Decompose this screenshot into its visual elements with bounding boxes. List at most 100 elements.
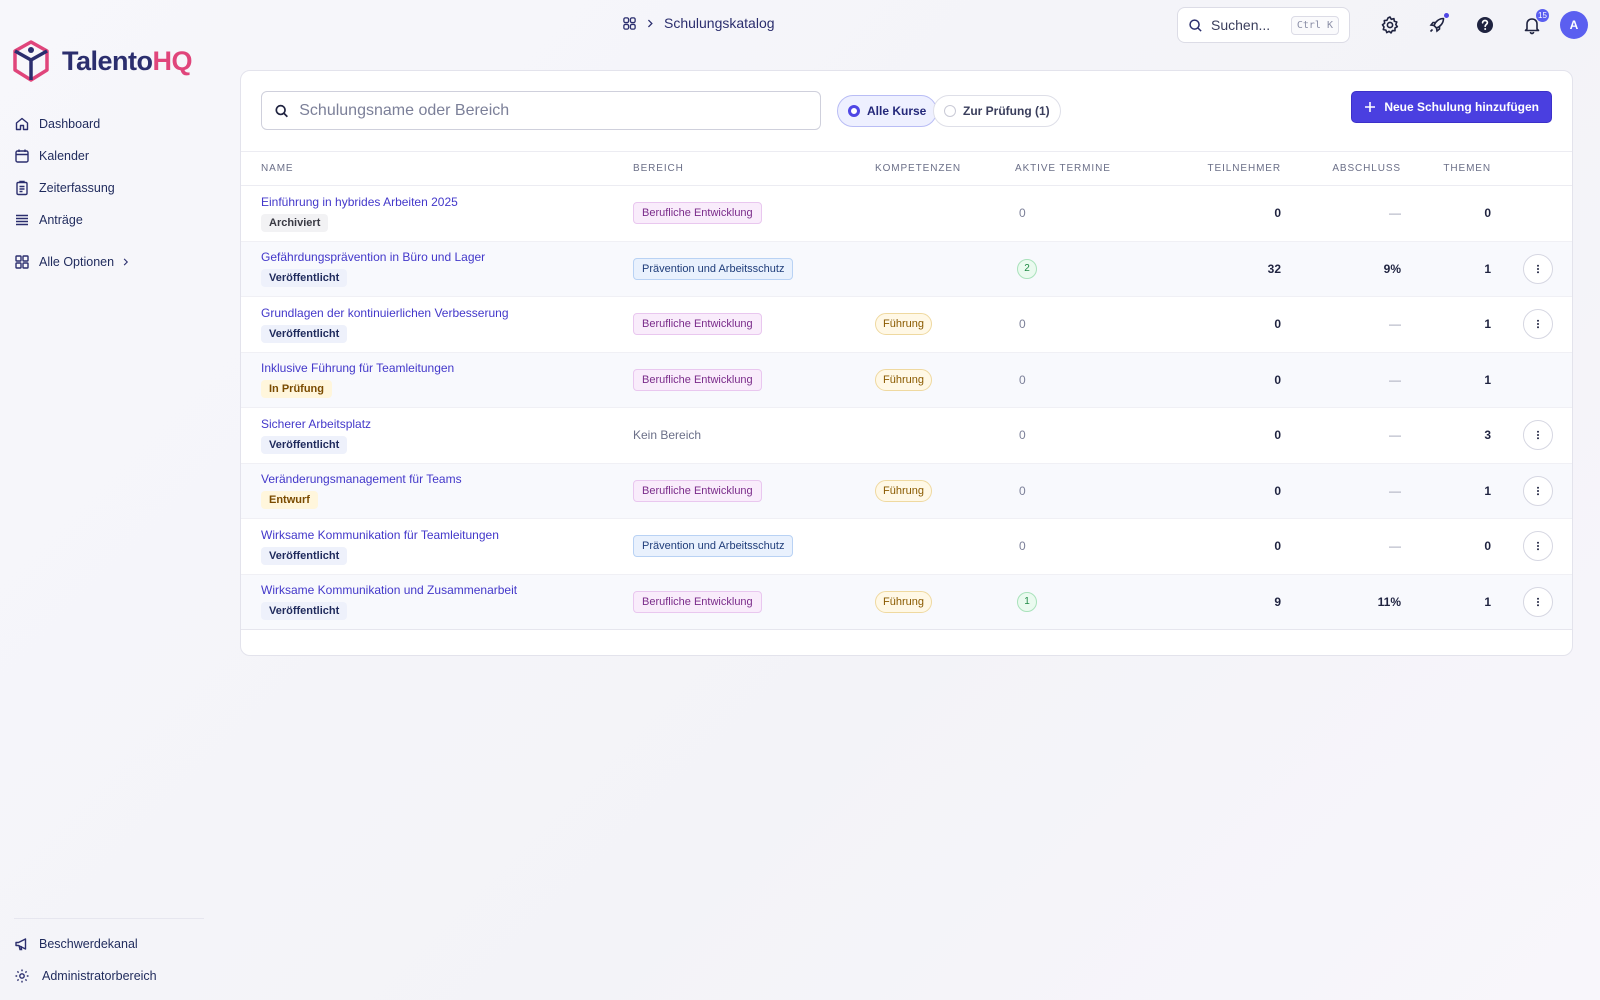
course-name-link[interactable]: Veränderungsmanagement für Teams [261, 472, 633, 486]
cell-area: Berufliche Entwicklung [633, 297, 875, 353]
table-row[interactable]: Wirksame Kommunikation für Teamleitungen… [241, 519, 1572, 575]
help-button[interactable] [1472, 12, 1498, 38]
cell-completion: — [1289, 408, 1409, 464]
competence-chip[interactable]: Führung [875, 368, 932, 391]
area-chip[interactable]: Prävention und Arbeitsschutz [633, 257, 794, 280]
participants-value: 0 [1274, 317, 1281, 332]
cell-area: Prävention und Arbeitsschutz [633, 241, 875, 297]
apps-icon[interactable] [622, 16, 637, 31]
column-header-topics[interactable]: THEMEN [1409, 151, 1499, 186]
course-name-link[interactable]: Gefährdungsprävention in Büro und Lager [261, 250, 633, 264]
sidebar-item-zeiterfassung[interactable]: Zeiterfassung [14, 172, 204, 204]
sidebar-item-all-options[interactable]: Alle Optionen [14, 246, 204, 278]
chevron-right-icon [123, 258, 129, 266]
cell-topics: 0 [1409, 186, 1499, 242]
filter-under-review-label: Zur Prüfung (1) [963, 104, 1050, 118]
filter-all-courses[interactable]: Alle Kurse [837, 95, 938, 127]
cell-active-dates: 0 [1015, 408, 1179, 464]
row-menu-button[interactable] [1523, 420, 1553, 451]
active-dates-badge[interactable]: 1 [1017, 591, 1037, 612]
area-chip[interactable]: Berufliche Entwicklung [633, 590, 762, 613]
cell-completion: — [1289, 352, 1409, 408]
column-header-participants[interactable]: TEILNEHMER [1179, 151, 1289, 186]
course-name-link[interactable]: Sicherer Arbeitsplatz [261, 417, 633, 431]
row-menu-button[interactable] [1523, 475, 1553, 506]
table-row[interactable]: Grundlagen der kontinuierlichen Verbesse… [241, 297, 1572, 353]
app-logo[interactable]: TalentoHQ [12, 40, 192, 82]
status-badge: Veröffentlicht [261, 269, 348, 288]
plus-icon [1365, 102, 1376, 112]
area-chip[interactable]: Berufliche Entwicklung [633, 313, 762, 336]
active-dates-badge[interactable]: 2 [1017, 258, 1037, 279]
add-training-button[interactable]: Neue Schulung hinzufügen [1351, 91, 1552, 123]
rocket-icon [1429, 17, 1445, 33]
row-menu-button[interactable] [1523, 531, 1553, 562]
completion-value: — [1389, 483, 1401, 498]
competence-chip[interactable]: Führung [875, 479, 932, 502]
column-header-area[interactable]: BEREICH [633, 151, 875, 186]
table-row[interactable]: Veränderungsmanagement für Teams Entwurf… [241, 463, 1572, 519]
clipboard-icon [16, 180, 28, 196]
area-chip[interactable]: Berufliche Entwicklung [633, 202, 762, 225]
launch-button[interactable] [1424, 12, 1450, 38]
calendar-icon [15, 149, 29, 163]
area-chip[interactable]: Berufliche Entwicklung [633, 368, 762, 391]
global-search[interactable]: Suchen... Ctrl K [1177, 7, 1350, 43]
table-row[interactable]: Sicherer Arbeitsplatz Veröffentlicht Kei… [241, 408, 1572, 464]
table-row[interactable]: Inklusive Führung für Teamleitungen In P… [241, 352, 1572, 408]
competence-chip[interactable]: Führung [875, 313, 932, 336]
sidebar-item-label: Beschwerdekanal [39, 937, 138, 951]
row-menu-button[interactable] [1523, 309, 1553, 340]
filter-under-review[interactable]: Zur Prüfung (1) [933, 95, 1061, 127]
avatar[interactable]: A [1560, 11, 1588, 39]
course-name-link[interactable]: Grundlagen der kontinuierlichen Verbesse… [261, 306, 633, 320]
table-row[interactable]: Gefährdungsprävention in Büro und Lager … [241, 241, 1572, 297]
cell-actions [1499, 241, 1572, 297]
help-icon [1477, 17, 1493, 33]
area-chip[interactable]: Prävention und Arbeitsschutz [633, 535, 794, 558]
participants-value: 0 [1274, 428, 1281, 443]
topics-value: 0 [1484, 539, 1491, 554]
cell-participants: 0 [1179, 463, 1289, 519]
sidebar-item-label: Kalender [39, 149, 90, 163]
filter-all-courses-label: Alle Kurse [867, 104, 927, 118]
status-badge: Veröffentlicht [261, 546, 348, 565]
sidebar-item-beschwerdekanal[interactable]: Beschwerdekanal [14, 928, 204, 960]
notifications-button[interactable]: 15 [1519, 9, 1549, 38]
area-chip[interactable]: Berufliche Entwicklung [633, 479, 762, 502]
more-vertical-icon [1537, 431, 1539, 440]
sidebar-item-antraege[interactable]: Anträge [14, 204, 204, 236]
sidebar-item-dashboard[interactable]: Dashboard [14, 108, 204, 140]
topics-value: 1 [1484, 261, 1491, 276]
status-badge: In Prüfung [261, 380, 332, 399]
course-name-link[interactable]: Inklusive Führung für Teamleitungen [261, 361, 633, 375]
course-name-link[interactable]: Wirksame Kommunikation und Zusammenarbei… [261, 583, 633, 597]
sidebar-divider [14, 918, 204, 919]
column-header-competencies[interactable]: KOMPETENZEN [875, 151, 1015, 186]
sidebar-item-label: Zeiterfassung [39, 181, 115, 195]
row-menu-button[interactable] [1523, 253, 1553, 284]
more-vertical-icon [1537, 264, 1539, 273]
catalog-search-input[interactable] [299, 101, 808, 120]
cell-name: Wirksame Kommunikation für Teamleitungen… [241, 519, 633, 575]
topics-value: 1 [1484, 372, 1491, 387]
sidebar-item-administratorbereich[interactable]: Administratorbereich [14, 960, 204, 992]
table-row[interactable]: Wirksame Kommunikation und Zusammenarbei… [241, 574, 1572, 630]
active-dates-count: 0 [1019, 539, 1026, 554]
column-header-name[interactable]: NAME [241, 151, 633, 186]
topics-value: 0 [1484, 206, 1491, 221]
competence-chip[interactable]: Führung [875, 590, 932, 613]
launch-indicator-dot [1444, 13, 1449, 18]
column-header-completion[interactable]: ABSCHLUSS [1289, 151, 1409, 186]
row-menu-button[interactable] [1523, 586, 1553, 617]
cell-topics: 3 [1409, 408, 1499, 464]
training-table: NAME BEREICH KOMPETENZEN AKTIVE TERMINE … [241, 151, 1572, 630]
sidebar-item-kalender[interactable]: Kalender [14, 140, 204, 172]
course-name-link[interactable]: Wirksame Kommunikation für Teamleitungen [261, 528, 633, 542]
training-catalog-card: Alle Kurse Zur Prüfung (1) Neue Schulung… [240, 70, 1573, 656]
table-row[interactable]: Einführung in hybrides Arbeiten 2025 Arc… [241, 186, 1572, 242]
column-header-active-dates[interactable]: AKTIVE TERMINE [1015, 151, 1179, 186]
participants-value: 0 [1274, 372, 1281, 387]
settings-button[interactable] [1377, 12, 1403, 38]
course-name-link[interactable]: Einführung in hybrides Arbeiten 2025 [261, 195, 633, 209]
